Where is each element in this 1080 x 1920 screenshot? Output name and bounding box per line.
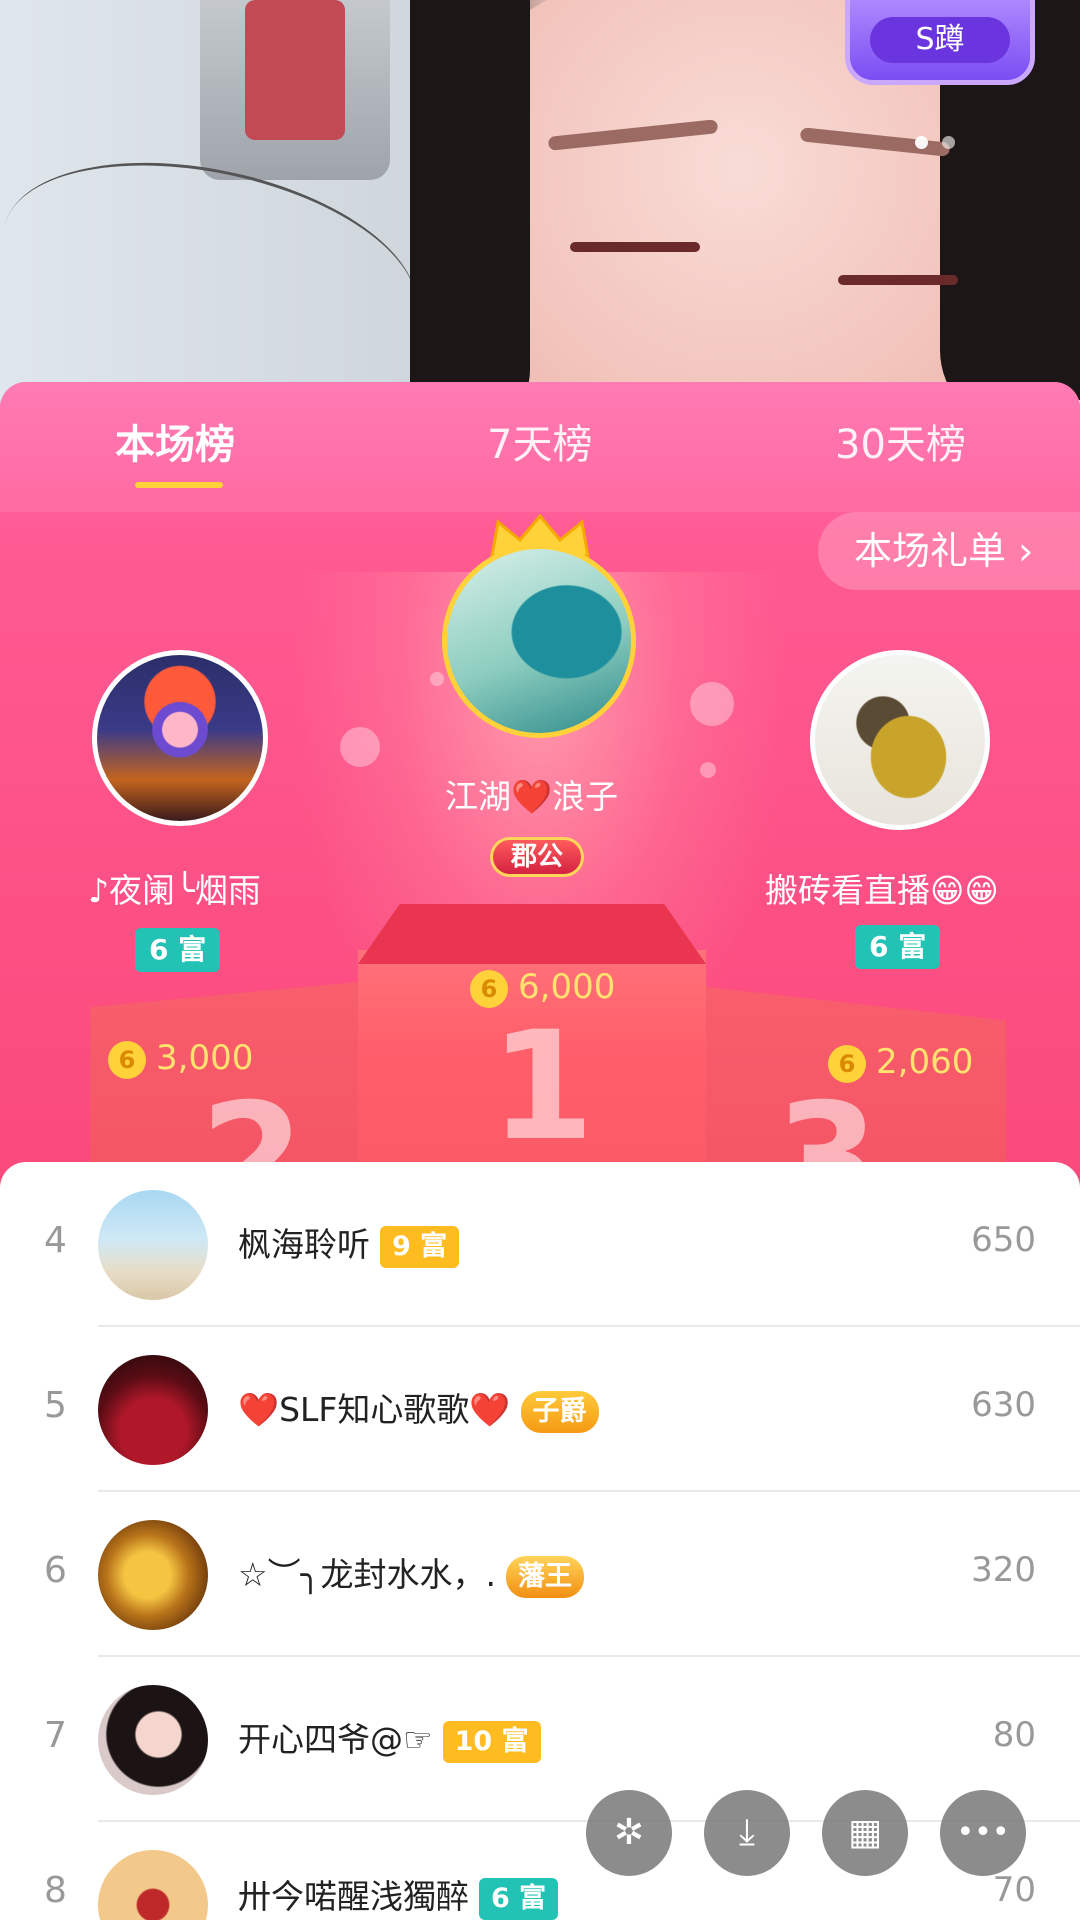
background-lamp	[200, 0, 390, 180]
third-place-name[interactable]: 搬砖看直播😁😁	[765, 864, 999, 912]
contribution-value: 70	[992, 1870, 1036, 1910]
rank-number: 4	[44, 1220, 67, 1261]
podium-first-top	[358, 904, 706, 964]
session-gift-list-link[interactable]: 本场礼单 ›	[818, 512, 1080, 590]
avatar[interactable]	[98, 1850, 208, 1920]
avatar[interactable]	[98, 1685, 208, 1795]
ranking-tabs: 本场榜 7天榜 30天榜	[0, 382, 1080, 512]
rich-badge: 9 富	[380, 1225, 460, 1268]
list-item[interactable]: 5 ❤️SLF知心歌歌❤️ 子爵 630	[0, 1327, 1080, 1492]
coin-icon: 6	[108, 1040, 146, 1079]
avatar-second[interactable]	[92, 650, 268, 826]
tab-7-days[interactable]: 7天榜	[487, 412, 592, 470]
sparkle-icon[interactable]: ✲	[586, 1790, 672, 1876]
contribution-value: 630	[971, 1385, 1036, 1425]
noble-badge: 藩王	[505, 1555, 584, 1598]
ranking-list: 4 枫海聆听 9 富 650 5 ❤️SLF知心歌歌❤️ 子爵 630 6 ☆︶╮龙…	[0, 1162, 1080, 1920]
second-place-score: 6 3,000	[108, 1038, 253, 1079]
decor-bubble	[700, 762, 716, 778]
decor-bubble	[340, 727, 380, 767]
contribution-value: 80	[992, 1715, 1036, 1755]
user-name[interactable]: 开心四爷@☞ 10 富	[238, 1713, 541, 1763]
rich-badge: 10 富	[442, 1720, 541, 1763]
rich-badge-second: 6 富	[135, 928, 221, 972]
tab-current-session[interactable]: 本场榜	[115, 412, 235, 470]
avatar-first[interactable]	[442, 544, 636, 738]
streamer-hair-left	[410, 0, 530, 400]
third-place-score: 6 2,060	[828, 1042, 973, 1083]
streamer-badge[interactable]: S蹲	[845, 0, 1035, 85]
first-place-name[interactable]: 江湖❤️浪子	[445, 770, 618, 818]
user-name[interactable]: 卅今喏醒浅獨醉 6 富	[238, 1870, 559, 1920]
avatar-third[interactable]	[810, 650, 990, 830]
streamer-badge-label: S蹲	[870, 17, 1010, 63]
rank-number: 6	[44, 1550, 67, 1591]
contribution-value: 320	[971, 1550, 1036, 1590]
download-icon[interactable]: ⤓	[704, 1790, 790, 1876]
list-item[interactable]: 8 卅今喏醒浅獨醉 6 富 70	[0, 1822, 1080, 1920]
contribution-value: 650	[971, 1220, 1036, 1260]
tab-30-days[interactable]: 30天榜	[835, 412, 966, 470]
coin-icon: 6	[828, 1044, 866, 1083]
list-item[interactable]: 4 枫海聆听 9 富 650	[0, 1162, 1080, 1327]
list-item[interactable]: 7 开心四爷@☞ 10 富 80	[0, 1657, 1080, 1822]
more-icon[interactable]: •••	[940, 1790, 1026, 1876]
grid-icon[interactable]: ▦	[822, 1790, 908, 1876]
list-item[interactable]: 6 ☆︶╮龙封水水，. 藩王 320	[0, 1492, 1080, 1657]
rank-number: 5	[44, 1385, 67, 1426]
avatar[interactable]	[98, 1190, 208, 1300]
decor-bubble	[690, 682, 734, 726]
streamer-eye-right	[838, 275, 958, 285]
user-name[interactable]: ❤️SLF知心歌歌❤️ 子爵	[238, 1383, 599, 1433]
user-name[interactable]: 枫海聆听 9 富	[238, 1218, 460, 1268]
coin-icon: 6	[470, 969, 508, 1008]
rank-number: 7	[44, 1715, 67, 1756]
podium-number-1: 1	[490, 1000, 595, 1174]
streamer-eye-left	[570, 242, 700, 252]
avatar[interactable]	[98, 1355, 208, 1465]
user-name[interactable]: ☆︶╮龙封水水，. 藩王	[238, 1548, 584, 1598]
live-video[interactable]: S蹲	[0, 0, 1080, 400]
page-indicator	[915, 136, 955, 149]
second-place-name[interactable]: ♪夜阑╰烟雨	[88, 864, 261, 912]
noble-badge-first: 郡公	[490, 837, 585, 877]
rich-badge: 6 富	[479, 1877, 559, 1920]
avatar[interactable]	[98, 1520, 208, 1630]
decor-bubble	[430, 672, 444, 686]
active-tab-indicator	[135, 482, 223, 488]
rank-number: 8	[44, 1870, 67, 1911]
rich-badge-third: 6 富	[855, 925, 941, 969]
noble-badge: 子爵	[520, 1390, 599, 1433]
first-place-score: 6 6,000	[470, 967, 615, 1008]
